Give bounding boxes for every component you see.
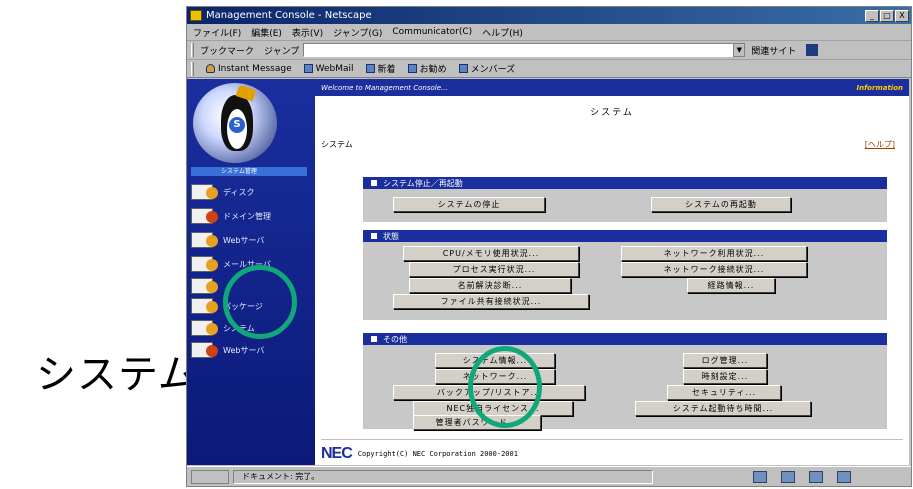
side-caption: システム <box>36 352 199 398</box>
screenshot-stage: システム Management Console - Netscape _ □ X… <box>0 0 913 489</box>
maximize-button[interactable]: □ <box>880 9 894 22</box>
location-bar: ブックマーク ジャンプ ▼ 関連サイト <box>187 41 911 60</box>
package-icon <box>191 298 218 314</box>
recommend-link[interactable]: お勧め <box>407 62 447 75</box>
page-title: システム <box>590 108 634 118</box>
related-sites-button[interactable]: 関連サイト <box>751 44 796 57</box>
time-setting-button[interactable]: 時刻設定... <box>683 369 767 384</box>
breadcrumb-row: システム [ヘルプ] <box>321 139 895 150</box>
security-button[interactable]: セキュリティ... <box>667 385 781 400</box>
panel-status-title: 状態 <box>363 230 887 242</box>
menu-edit[interactable]: 編集(E) <box>251 26 282 39</box>
menu-go[interactable]: ジャンプ(G) <box>333 26 382 39</box>
menu-help[interactable]: ヘルプ(H) <box>482 26 523 39</box>
members-link[interactable]: メンバーズ <box>458 62 515 75</box>
window-title: Management Console - Netscape <box>206 10 372 21</box>
panel-restart: システム停止／再起動 システムの停止 システムの再起動 <box>363 177 887 222</box>
menu-view[interactable]: 表示(V) <box>292 26 323 39</box>
browser-window: Management Console - Netscape _ □ X ファイル… <box>186 6 912 487</box>
highlight-circle-buttons <box>468 346 542 428</box>
log-management-button[interactable]: ログ管理... <box>683 353 767 368</box>
menu-file[interactable]: ファイル(F) <box>193 26 241 39</box>
mail-icon[interactable] <box>781 470 795 483</box>
url-input[interactable] <box>303 43 734 57</box>
network-usage-button[interactable]: ネットワーク利用状況... <box>621 246 807 261</box>
welcome-text: Welcome to Management Console... <box>321 83 448 92</box>
server-icon <box>191 232 218 248</box>
nav-item-web-server[interactable]: Webサーバ <box>191 231 313 249</box>
title-bar: Management Console - Netscape _ □ X <box>187 7 911 24</box>
startup-wait-button[interactable]: システム起動待ち時間... <box>635 401 811 416</box>
newsgroup-icon[interactable] <box>837 470 851 483</box>
cpu-memory-button[interactable]: CPU/メモリ使用状況... <box>403 246 579 261</box>
route-info-button[interactable]: 経路情報... <box>687 278 775 293</box>
panel-restart-title: システム停止／再起動 <box>363 177 887 189</box>
help-link[interactable]: [ヘルプ] <box>865 139 895 150</box>
nav-item-domain[interactable]: ドメイン管理 <box>191 207 313 225</box>
menu-communicator[interactable]: Communicator(C) <box>392 27 472 37</box>
webmail-link[interactable]: WebMail <box>303 64 354 74</box>
s-badge-icon: S <box>229 117 245 133</box>
footer-divider <box>321 439 903 440</box>
url-dropdown-icon[interactable]: ▼ <box>733 43 746 57</box>
bookmarks-button[interactable]: ブックマーク <box>200 44 254 57</box>
status-bar: ドキュメント: 完了。 <box>187 466 911 486</box>
location-label: ジャンプ <box>264 46 300 57</box>
copyright-text: Copyright(C) NEC Corporation 2000-2001 <box>357 450 518 458</box>
bookmark-icon <box>458 64 468 73</box>
toolbar-grip[interactable] <box>191 61 194 76</box>
panel-other-title: その他 <box>363 333 887 345</box>
mail-server-icon <box>191 256 218 272</box>
new-link[interactable]: 新着 <box>365 62 396 75</box>
person-icon <box>206 64 215 73</box>
nec-logo: NEC <box>321 445 353 462</box>
bookmark-icon <box>365 64 375 73</box>
window-controls: _ □ X <box>865 9 909 22</box>
panel-other: その他 システム情報... ログ管理... ネットワーク... 時刻設定... … <box>363 333 887 430</box>
content-header: Welcome to Management Console... Informa… <box>315 79 909 96</box>
current-section-label: システム管理 <box>191 167 307 176</box>
server-icon <box>191 278 218 294</box>
name-resolution-button[interactable]: 名前解決診断... <box>409 278 571 293</box>
breadcrumb: システム <box>321 140 353 149</box>
web-icon <box>191 342 218 358</box>
file-share-button[interactable]: ファイル共有接続状況... <box>393 294 589 309</box>
bookmark-icon <box>407 64 417 73</box>
square-icon <box>371 180 377 186</box>
bookmark-icon <box>303 64 313 73</box>
information-link[interactable]: Information <box>857 84 903 92</box>
nav-item-web-server-2[interactable]: Webサーバ <box>191 341 313 359</box>
disk-icon <box>191 184 218 200</box>
toolbar-grip[interactable] <box>191 43 194 57</box>
square-icon <box>371 233 377 239</box>
system-icon <box>191 320 218 336</box>
instant-message-link[interactable]: Instant Message <box>206 64 292 74</box>
panel-status: 状態 CPU/メモリ使用状況... ネットワーク利用状況... プロセス実行状況… <box>363 230 887 320</box>
restart-button[interactable]: システムの再起動 <box>651 197 791 212</box>
content-frame: Welcome to Management Console... Informa… <box>315 79 909 465</box>
shutdown-button[interactable]: システムの停止 <box>393 197 545 212</box>
domain-icon <box>191 208 218 224</box>
component-bar <box>753 470 851 483</box>
status-text: ドキュメント: 完了。 <box>233 469 653 484</box>
security-lock-icon[interactable] <box>191 469 229 484</box>
navigator-icon[interactable] <box>753 470 767 483</box>
netscape-app-icon <box>190 10 202 21</box>
minimize-button[interactable]: _ <box>865 9 879 22</box>
process-status-button[interactable]: プロセス実行状況... <box>409 262 579 277</box>
nav-item-disk[interactable]: ディスク <box>191 183 313 201</box>
footer: NEC Copyright(C) NEC Corporation 2000-20… <box>321 445 518 463</box>
composer-icon[interactable] <box>809 470 823 483</box>
netscape-logo-icon <box>806 44 819 56</box>
menu-bar: ファイル(F) 編集(E) 表示(V) ジャンプ(G) Communicator… <box>187 24 911 41</box>
management-console-logo: S <box>193 83 277 163</box>
network-connection-button[interactable]: ネットワーク接続状況... <box>621 262 807 277</box>
close-button[interactable]: X <box>895 9 909 22</box>
personal-toolbar: Instant Message WebMail 新着 お勧め メンバーズ <box>187 60 911 78</box>
square-icon <box>371 336 377 342</box>
highlight-circle-sidebar <box>223 265 297 339</box>
